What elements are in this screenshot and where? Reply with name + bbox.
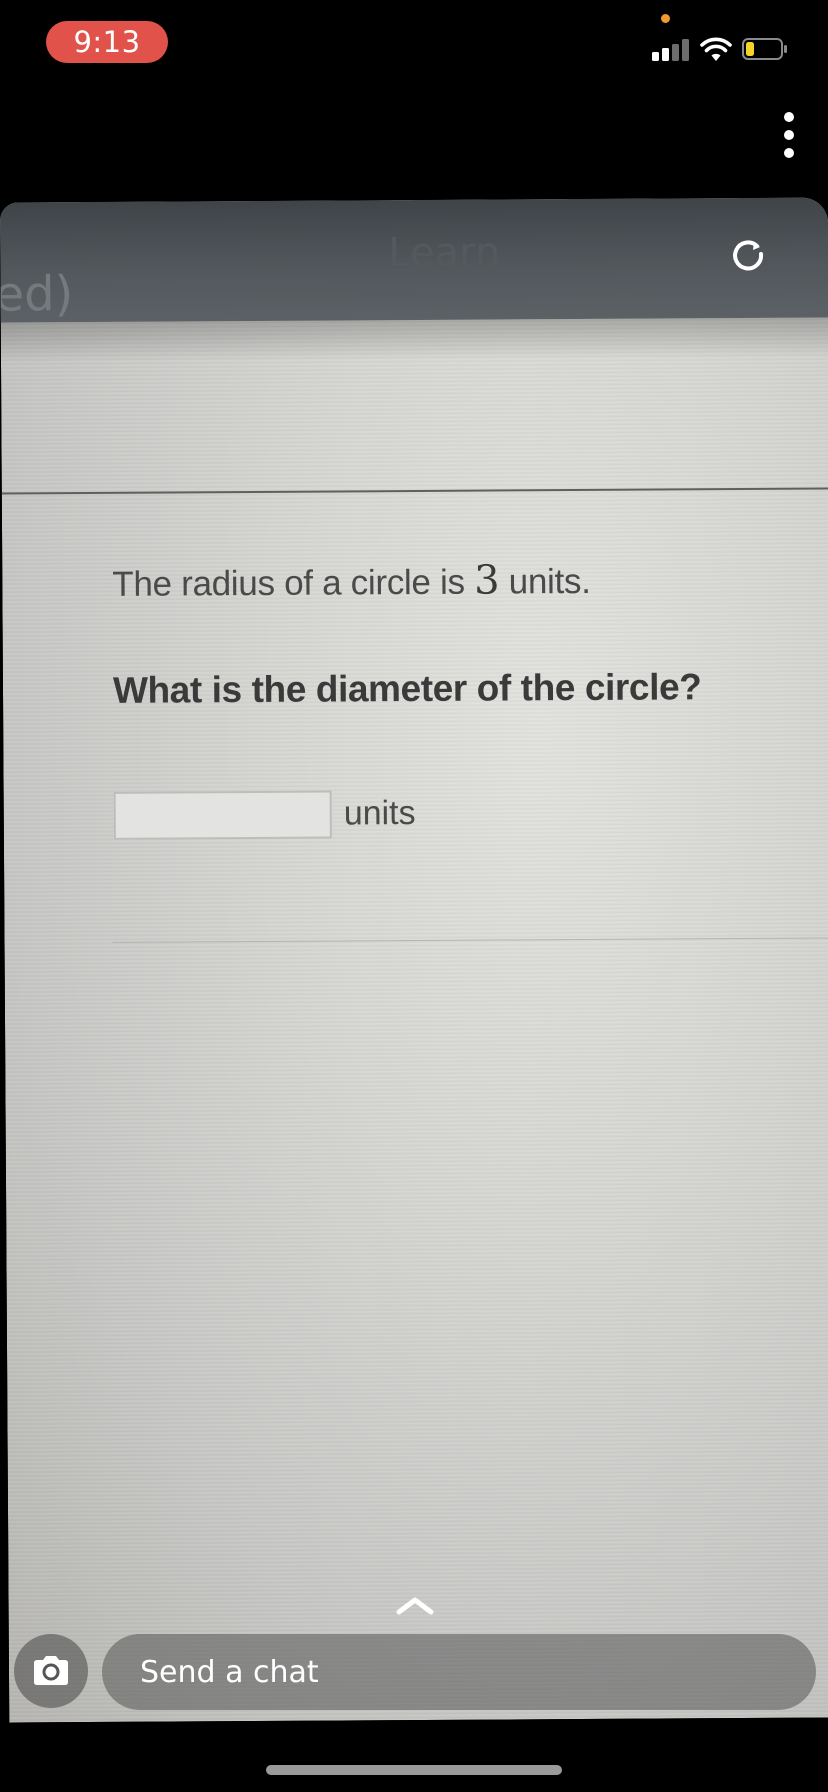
mic-indicator-dot — [661, 14, 670, 23]
status-time: 9:13 — [46, 21, 168, 63]
statement-suffix: units. — [499, 561, 591, 602]
header-left-fragment: ed) — [0, 266, 74, 323]
send-chat-field[interactable]: Send a chat — [102, 1634, 816, 1710]
photo-page-header: ed) Learn — [0, 197, 828, 323]
vertical-ellipsis-icon[interactable] — [774, 112, 804, 158]
statement-prefix: The radius of a circle is — [112, 562, 475, 604]
answer-unit-label: units — [343, 794, 416, 833]
diameter-answer-input[interactable] — [113, 790, 332, 840]
header-learn-title: Learn — [388, 229, 501, 277]
section-divider-bottom — [112, 937, 828, 943]
problem-statement: The radius of a circle is 3 units. — [112, 557, 591, 606]
captured-photo: ed) Learn The radius of a circle is 3 un… — [0, 197, 828, 1723]
problem-question: What is the diameter of the circle? — [112, 666, 702, 711]
camera-button[interactable] — [14, 1634, 88, 1708]
chevron-up-icon[interactable] — [395, 1594, 435, 1616]
wifi-icon — [700, 37, 732, 61]
signal-icon — [652, 39, 690, 61]
section-divider — [1, 487, 828, 495]
radius-value: 3 — [473, 557, 500, 604]
camera-icon — [34, 1656, 68, 1685]
snap-preview-screen: 9:13 ed) Learn The radius of a circle is… — [0, 0, 828, 1792]
refresh-icon[interactable] — [730, 238, 768, 276]
home-indicator[interactable] — [266, 1765, 562, 1775]
battery-icon — [742, 38, 787, 60]
